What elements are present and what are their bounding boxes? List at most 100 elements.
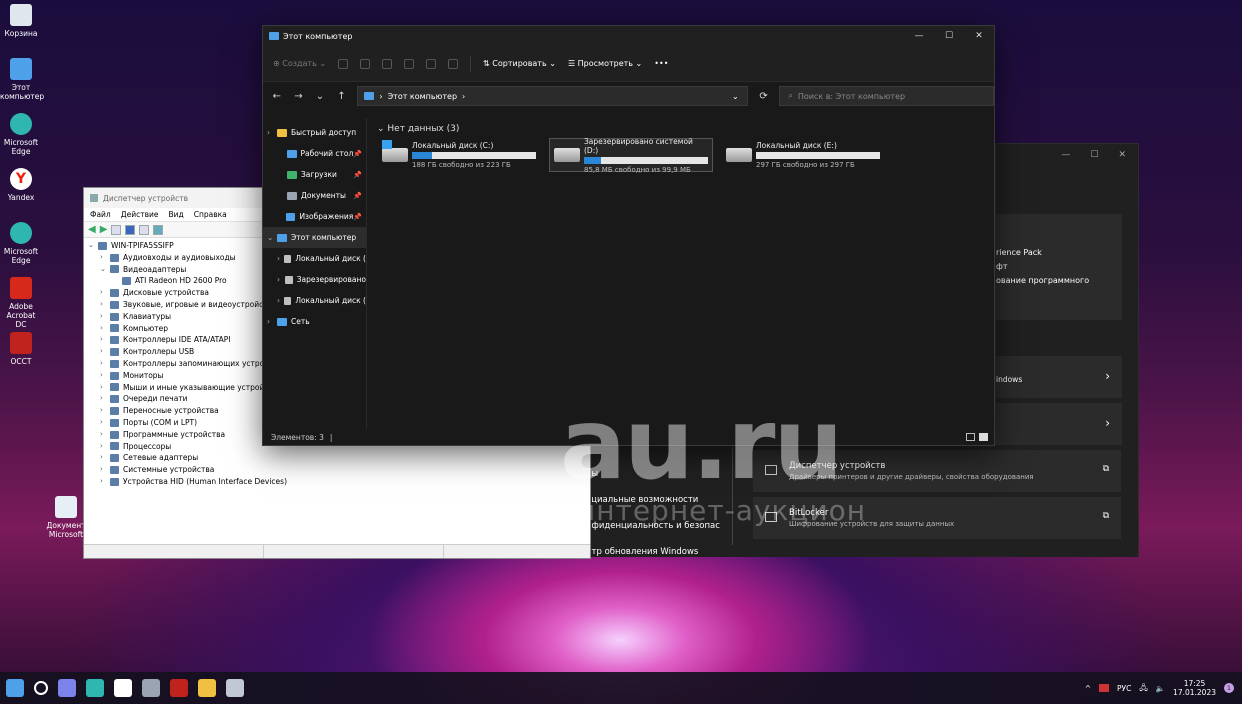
details-view-icon[interactable]	[966, 433, 975, 441]
rename-icon[interactable]	[404, 58, 415, 69]
help-icon[interactable]	[125, 224, 136, 235]
menu-help[interactable]: Справка	[194, 210, 227, 219]
chat-icon[interactable]	[58, 679, 76, 697]
chevron-right-icon[interactable]: ›	[100, 323, 110, 335]
nav-item[interactable]: ⌄ Этот компьютер	[263, 227, 366, 248]
maximize-icon[interactable]: ☐	[1090, 150, 1098, 160]
desktop-icon-acrobat[interactable]: Adobe Acrobat DC	[0, 277, 42, 329]
properties-icon[interactable]	[111, 224, 122, 235]
device-category[interactable]: › Устройства HID (Human Interface Devices…	[88, 476, 586, 488]
chevron-right-icon[interactable]: ›	[100, 252, 110, 264]
nav-item[interactable]: › Зарезервировано	[263, 269, 366, 290]
chevron-right-icon[interactable]: ›	[100, 393, 110, 405]
menu-file[interactable]: Файл	[90, 210, 111, 219]
yandex-icon[interactable]	[114, 679, 132, 697]
chevron-right-icon[interactable]: ›	[267, 128, 277, 137]
nav-item[interactable]: › Локальный диск (	[263, 290, 366, 311]
chevron-right-icon[interactable]: ›	[267, 317, 277, 326]
nav-item[interactable]: Документы 📌	[263, 185, 366, 206]
chevron-down-icon[interactable]: ⌄	[732, 92, 739, 101]
share-icon[interactable]	[426, 58, 437, 69]
drive-tile[interactable]: Локальный диск (E:) 297 ГБ свободно из 29…	[721, 138, 885, 172]
nav-item[interactable]: › Быстрый доступ	[263, 122, 366, 143]
tiles-view-icon[interactable]	[979, 433, 988, 441]
nav-item[interactable]: Загрузки 📌	[263, 164, 366, 185]
drive-tile[interactable]: Локальный диск (C:) 188 ГБ свободно из 22…	[377, 138, 541, 172]
chevron-right-icon[interactable]: ›	[100, 464, 110, 476]
scan-icon[interactable]	[139, 224, 150, 235]
cut-icon[interactable]	[338, 58, 349, 69]
occt-icon[interactable]	[170, 679, 188, 697]
start-icon[interactable]	[6, 679, 24, 697]
recent-locations-icon[interactable]: ⌄	[314, 91, 326, 102]
chevron-down-icon[interactable]: ⌄	[100, 264, 110, 276]
delete-icon[interactable]	[448, 58, 459, 69]
more-button[interactable]: •••	[654, 59, 668, 68]
device-manager-icon[interactable]	[226, 679, 244, 697]
chevron-right-icon[interactable]: ›	[100, 452, 110, 464]
chevron-right-icon[interactable]: ›	[277, 254, 284, 263]
language-indicator[interactable]: РУС	[1117, 684, 1131, 693]
chevron-right-icon[interactable]: ›	[100, 476, 110, 488]
chevron-right-icon[interactable]: ›	[100, 429, 110, 441]
forward-arrow-icon[interactable]: ▶	[100, 224, 108, 235]
chevron-right-icon[interactable]: ›	[277, 296, 284, 305]
chevron-down-icon[interactable]: ⌄	[88, 240, 98, 252]
explorer-titlebar[interactable]: Этот компьютер — ☐ ✕	[263, 26, 994, 46]
maximize-button[interactable]: ☐	[934, 26, 964, 46]
nav-item[interactable]: › Сеть	[263, 311, 366, 332]
group-header[interactable]: ⌄ Нет данных (3)	[377, 124, 984, 134]
copy-icon[interactable]	[360, 58, 371, 69]
notification-badge[interactable]: 1	[1224, 683, 1234, 693]
chevron-right-icon[interactable]: ›	[100, 370, 110, 382]
edge-icon[interactable]	[86, 679, 104, 697]
nav-item[interactable]: Изображения 📌	[263, 206, 366, 227]
chevron-right-icon[interactable]: ›	[100, 417, 110, 429]
chevron-right-icon[interactable]: ›	[100, 441, 110, 453]
chevron-up-icon[interactable]: ^	[1085, 684, 1091, 693]
settings-icon[interactable]	[142, 679, 160, 697]
network-icon[interactable]: 🖧	[1139, 682, 1147, 695]
close-icon[interactable]: ✕	[1118, 150, 1126, 160]
volume-icon[interactable]: 🔈	[1156, 684, 1165, 693]
device-category[interactable]: › Системные устройства	[88, 464, 586, 476]
desktop-icon-yandex[interactable]: Y Yandex	[0, 168, 42, 202]
settings-link-card-1[interactable]: indows ›	[996, 356, 1122, 398]
chevron-right-icon[interactable]: ›	[100, 346, 110, 358]
chevron-right-icon[interactable]: ›	[100, 287, 110, 299]
menu-view[interactable]: Вид	[168, 210, 183, 219]
search-icon[interactable]	[34, 681, 48, 695]
chevron-right-icon[interactable]: ›	[100, 382, 110, 394]
forward-arrow-icon[interactable]: →	[293, 91, 305, 102]
desktop-icon-edge[interactable]: Microsoft Edge	[0, 113, 42, 156]
search-input[interactable]: ⌕ Поиск в: Этот компьютер	[779, 86, 995, 106]
device-category[interactable]: › Сетевые адаптеры	[88, 452, 586, 464]
minimize-button[interactable]: —	[904, 26, 934, 46]
nav-item[interactable]: › Локальный диск (	[263, 248, 366, 269]
desktop-icon-recycle-bin[interactable]: Корзина	[0, 4, 42, 38]
menu-action[interactable]: Действие	[121, 210, 159, 219]
desktop-icon-edge-2[interactable]: Microsoft Edge	[0, 222, 42, 265]
address-bar[interactable]: › Этот компьютер › ⌄	[357, 86, 748, 106]
clock[interactable]: 17:25 17.01.2023	[1173, 679, 1216, 697]
file-explorer-icon[interactable]	[198, 679, 216, 697]
desktop-icon-word-doc[interactable]: Документ Microsoft	[46, 496, 86, 539]
desktop-icon-occt[interactable]: OCCT	[0, 332, 42, 366]
chevron-right-icon[interactable]: ›	[277, 275, 285, 284]
desktop-icon-this-pc[interactable]: Этот компьютер	[0, 58, 44, 101]
view-button[interactable]: ☰ Просмотреть ⌄	[568, 59, 642, 68]
up-arrow-icon[interactable]: ↑	[336, 91, 348, 102]
back-arrow-icon[interactable]: ←	[271, 91, 283, 102]
paste-icon[interactable]	[382, 58, 393, 69]
sort-button[interactable]: ⇅ Сортировать ⌄	[483, 59, 556, 68]
back-arrow-icon[interactable]: ◀	[88, 224, 96, 235]
chevron-right-icon[interactable]: ›	[100, 405, 110, 417]
drive-tile[interactable]: Зарезервировано системой (D:) 85,8 МБ сво…	[549, 137, 713, 174]
minimize-icon[interactable]: —	[1061, 150, 1070, 160]
chevron-right-icon[interactable]: ›	[100, 358, 110, 370]
settings-link-card-2[interactable]: ›	[996, 403, 1122, 445]
close-button[interactable]: ✕	[964, 26, 994, 46]
antivirus-icon[interactable]	[1098, 684, 1109, 692]
chevron-right-icon[interactable]: ›	[100, 311, 110, 323]
chevron-right-icon[interactable]: ›	[100, 334, 110, 346]
